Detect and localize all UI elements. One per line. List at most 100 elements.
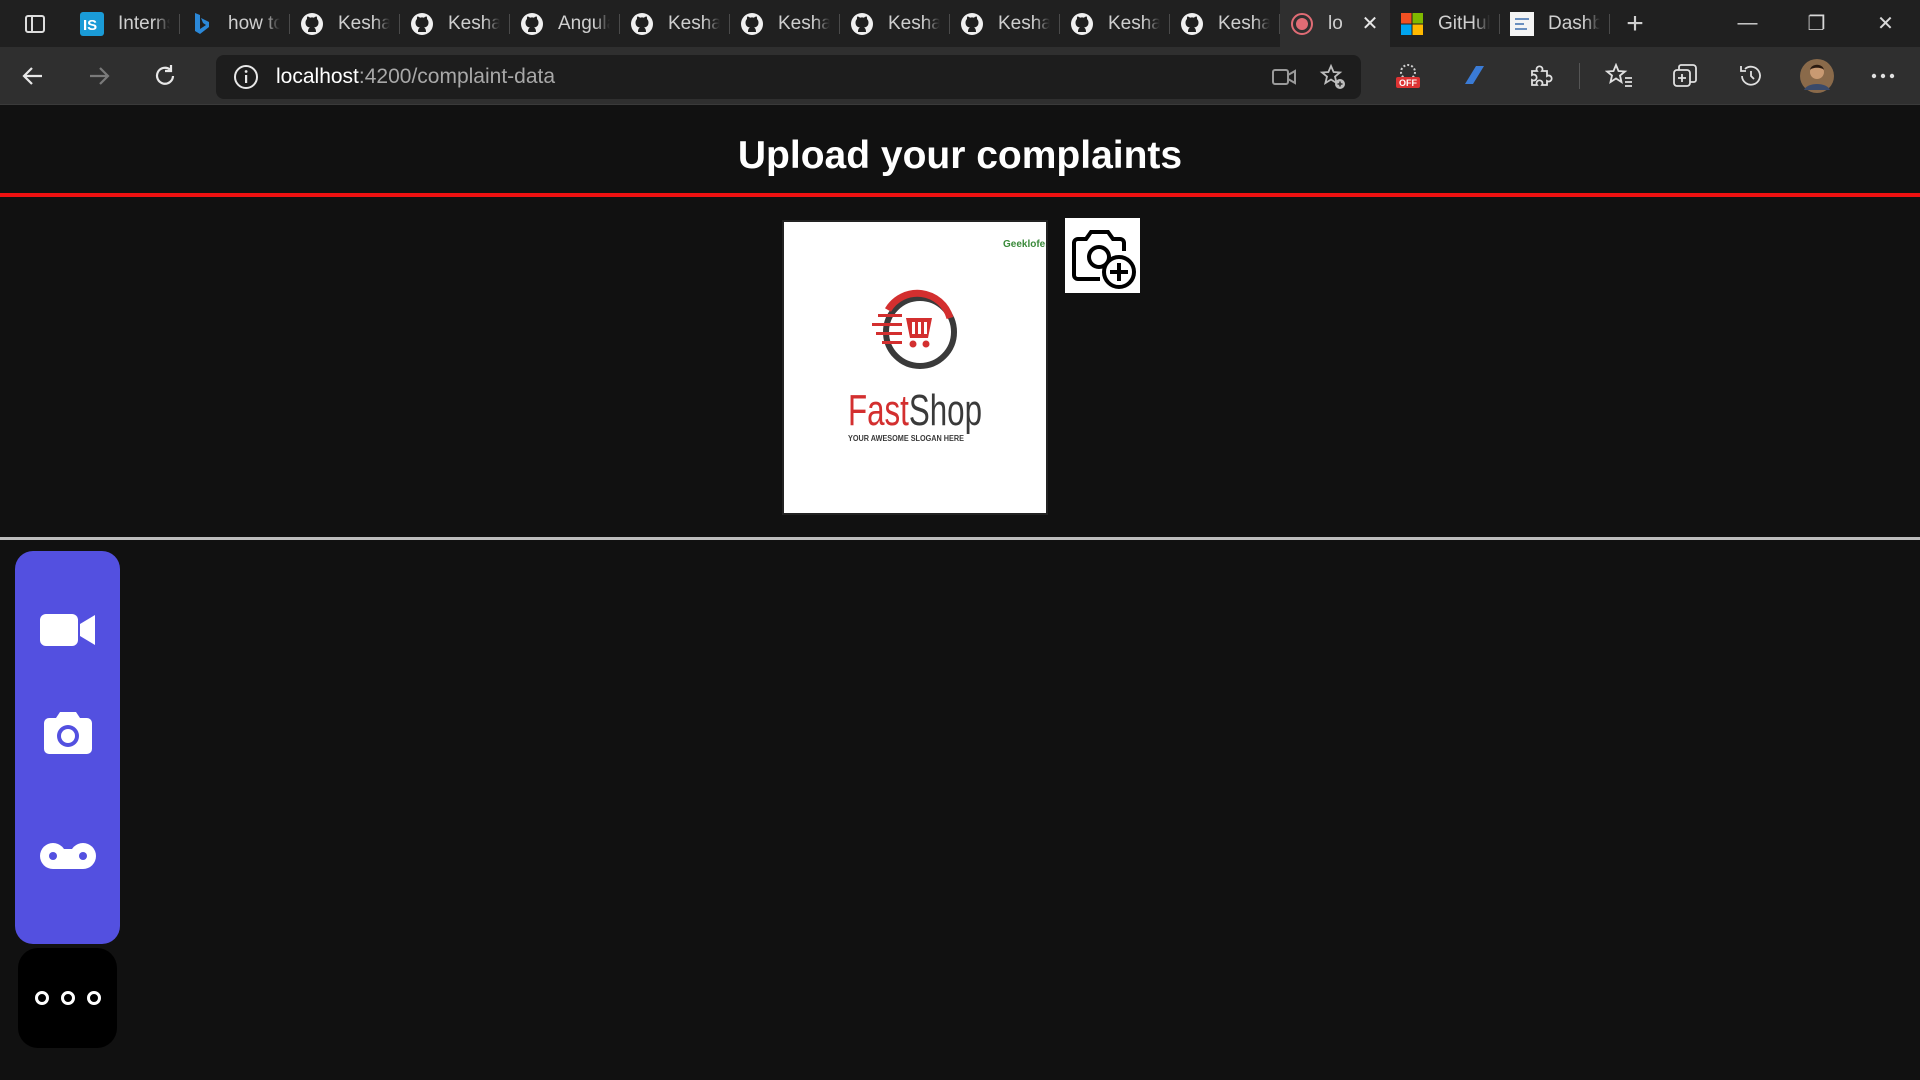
close-tab-icon[interactable]: ✕: [1360, 11, 1380, 36]
forward-button[interactable]: [66, 47, 132, 105]
avatar: [1800, 59, 1834, 93]
browser-tab[interactable]: Keshav: [950, 0, 1060, 47]
github-icon: [1070, 12, 1094, 36]
browser-tab-active[interactable]: lo ✕: [1280, 0, 1390, 47]
bing-icon: [190, 12, 214, 36]
extension-badge: OFF: [1399, 78, 1417, 88]
url-text[interactable]: localhost:4200/complaint-data: [276, 65, 555, 89]
plus-icon: +: [1626, 6, 1644, 40]
uploaded-image[interactable]: Geeklofer FastShop YOUR AWESOME SLOGAN H…: [782, 220, 1049, 515]
settings-menu-button[interactable]: [1850, 47, 1916, 105]
extension-toggle-button[interactable]: OFF: [1375, 47, 1441, 105]
camera-icon: [43, 712, 92, 754]
tab-title: Keshav: [448, 12, 500, 34]
browser-tab[interactable]: how to: [180, 0, 290, 47]
record-video-button[interactable]: [15, 590, 120, 670]
restore-button[interactable]: ❐: [1782, 0, 1851, 47]
tab-strip: IS Interns how to Keshav Keshav Angula K…: [0, 0, 1920, 47]
add-photo-button[interactable]: [1065, 218, 1140, 293]
close-window-button[interactable]: ✕: [1851, 0, 1920, 47]
github-icon: [740, 12, 764, 36]
voicemail-icon: [39, 843, 96, 869]
tab-title: lo: [1328, 12, 1343, 34]
add-photo-icon: [1071, 229, 1136, 289]
browser-toolbar: localhost:4200/complaint-data OFF: [0, 47, 1920, 105]
tab-title: Keshav: [888, 12, 940, 34]
history-button[interactable]: [1718, 47, 1784, 105]
history-icon: [1740, 65, 1761, 86]
extensions-button[interactable]: [1507, 47, 1573, 105]
browser-tab[interactable]: Keshav: [290, 0, 400, 47]
more-options-icon: [86, 991, 101, 1005]
browser-tab[interactable]: Keshav: [730, 0, 840, 47]
media-side-panel: [15, 551, 120, 944]
brand-name: FastShop: [848, 386, 982, 435]
record-audio-button[interactable]: [15, 816, 120, 896]
reload-icon: [155, 64, 175, 85]
tab-title: Angula: [558, 12, 610, 34]
info-icon: [234, 65, 258, 89]
profile-button[interactable]: [1784, 47, 1850, 105]
add-favorite-icon[interactable]: [1319, 63, 1347, 91]
take-photo-button[interactable]: [15, 693, 120, 773]
github-icon: [410, 12, 434, 36]
collections-icon: [1673, 64, 1697, 87]
restore-icon: ❐: [1807, 13, 1826, 35]
more-options-button[interactable]: [18, 948, 117, 1048]
browser-tab[interactable]: Dashb: [1500, 0, 1610, 47]
copilot-extension-button[interactable]: [1441, 47, 1507, 105]
browser-tab[interactable]: Keshav: [620, 0, 730, 47]
collections-button[interactable]: [1652, 47, 1718, 105]
browser-tab[interactable]: Angula: [510, 0, 620, 47]
browser-tab[interactable]: Keshav: [1170, 0, 1280, 47]
arrow-left-icon: [22, 66, 42, 85]
github-icon: [520, 12, 544, 36]
header-divider: [0, 193, 1920, 197]
tab-title: Interns: [118, 12, 170, 34]
tab-title: Keshav: [338, 12, 390, 34]
brand-first: Fast: [848, 386, 909, 435]
window-controls: — ❐ ✕: [1713, 0, 1920, 47]
puzzle-icon: [1531, 65, 1553, 86]
svg-text:IS: IS: [83, 17, 97, 34]
tab-title: Keshav: [778, 12, 830, 34]
url-host: localhost: [276, 65, 359, 88]
tab-title: Keshav: [1108, 12, 1160, 34]
tab-title: Keshav: [1218, 12, 1270, 34]
browser-tab[interactable]: GitHub: [1390, 0, 1500, 47]
video-camera-icon: [39, 614, 95, 646]
reload-button[interactable]: [132, 47, 198, 105]
new-tab-button[interactable]: +: [1610, 0, 1660, 47]
more-options-icon: [60, 991, 75, 1005]
minimize-button[interactable]: —: [1713, 0, 1782, 47]
tab-actions-button[interactable]: [0, 0, 70, 47]
content-divider: [0, 537, 1920, 540]
browser-tab[interactable]: IS Interns: [70, 0, 180, 47]
tab-title: Dashb: [1548, 12, 1600, 34]
minimize-icon: —: [1737, 12, 1758, 34]
github-icon: [850, 12, 874, 36]
browser-tab[interactable]: Keshav: [840, 0, 950, 47]
browser-tab[interactable]: Keshav: [400, 0, 510, 47]
favorites-button[interactable]: [1586, 47, 1652, 105]
tab-title: Keshav: [668, 12, 720, 34]
brand-slogan: YOUR AWESOME SLOGAN HERE: [848, 434, 965, 443]
bolt-icon: [1465, 66, 1484, 84]
corner-mark: Geeklofer: [1003, 239, 1046, 250]
tab-title: Keshav: [998, 12, 1050, 34]
tab-actions-icon: [25, 14, 45, 33]
browser-tab[interactable]: Keshav: [1060, 0, 1170, 47]
github-icon: [960, 12, 984, 36]
more-horizontal-icon: [1871, 73, 1895, 79]
recording-icon: [1290, 12, 1314, 36]
video-capture-icon[interactable]: [1271, 66, 1297, 88]
arrow-right-icon: [90, 66, 110, 85]
github-icon: [630, 12, 654, 36]
site-info-button[interactable]: [216, 64, 276, 90]
toolbar-separator: [1579, 63, 1580, 89]
more-options-icon: [34, 991, 49, 1005]
back-button[interactable]: [0, 47, 66, 105]
tab-title: how to: [228, 12, 280, 34]
address-bar[interactable]: localhost:4200/complaint-data: [216, 55, 1361, 99]
page-content: Upload your complaints Geeklofer FastSho…: [0, 106, 1920, 1080]
